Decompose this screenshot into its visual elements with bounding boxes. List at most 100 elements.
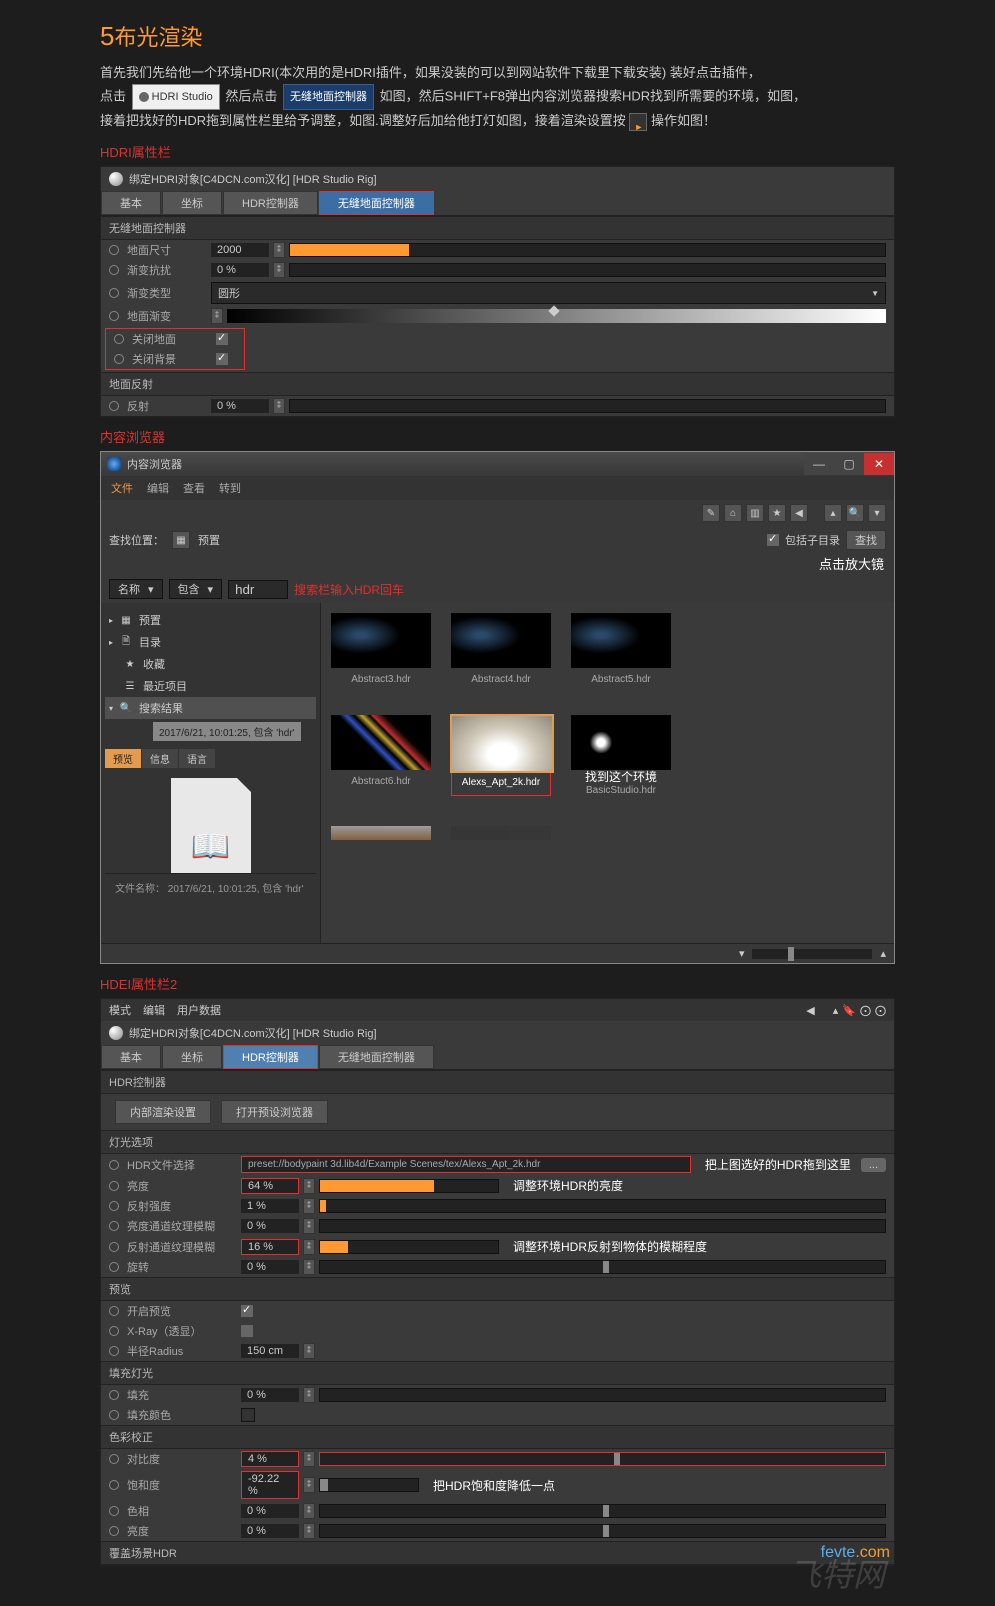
tab3-coord[interactable]: 坐标: [162, 1045, 222, 1069]
tab3-basic[interactable]: 基本: [101, 1045, 161, 1069]
close-button[interactable]: ✕: [864, 453, 894, 475]
preset-icon[interactable]: ▦: [172, 531, 190, 549]
group-override-hdr: 覆盖场景HDR: [101, 1541, 894, 1565]
thumb-abstract6[interactable]: Abstract6.hdr: [331, 715, 431, 796]
maximize-button[interactable]: ▢: [834, 453, 864, 475]
menu-icon[interactable]: ▾: [868, 504, 886, 522]
tree-tab-preview[interactable]: 预览: [105, 749, 141, 768]
menu-edit[interactable]: 编辑: [147, 480, 169, 496]
chk-xray[interactable]: [241, 1325, 253, 1337]
val-grad-noise[interactable]: 0 %: [211, 263, 269, 277]
back-icon[interactable]: ◀: [790, 504, 808, 522]
btn-open-preset-browser[interactable]: 打开预设浏览器: [221, 1100, 328, 1124]
tab-basic[interactable]: 基本: [101, 191, 161, 215]
fill-color-swatch[interactable]: [241, 1408, 255, 1422]
val-contrast[interactable]: 4 %: [241, 1451, 299, 1467]
spinner[interactable]: ‡: [273, 242, 285, 258]
tree-tab-lang[interactable]: 语言: [179, 749, 215, 768]
ann-refl-blur: 调整环境HDR反射到物体的模糊程度: [513, 1238, 707, 1255]
lbl-brightness: 亮度: [127, 1178, 237, 1194]
menu-mode[interactable]: 模式: [109, 1002, 131, 1018]
nav-up-icon[interactable]: ▴: [824, 504, 842, 522]
tree-tab-info[interactable]: 信息: [142, 749, 178, 768]
tree-panel: ▸▦预置 ▸🗎目录 ★收藏 ☰最近项目 ▾🔍搜索结果 2017/6/21, 10…: [101, 603, 321, 943]
val-reflection[interactable]: 0 %: [211, 399, 269, 413]
val-saturation[interactable]: -92.22 %: [241, 1471, 299, 1499]
btn-render-settings[interactable]: 内部渲染设置: [115, 1100, 211, 1124]
tab-hdr-ctrl[interactable]: HDR控制器: [223, 191, 318, 215]
menu-view[interactable]: 查看: [183, 480, 205, 496]
zoom-in-icon[interactable]: ▴: [880, 947, 886, 960]
search-icon[interactable]: 🔍: [846, 504, 864, 522]
browse-button[interactable]: ...: [861, 1158, 886, 1172]
gradient-editor[interactable]: [227, 309, 886, 323]
thumb-basic-studio[interactable]: 找到这个环境BasicStudio.hdr: [571, 715, 671, 796]
chk-close-bg[interactable]: [216, 353, 228, 365]
thumb-abstract3[interactable]: Abstract3.hdr: [331, 613, 431, 685]
val-ground-size[interactable]: 2000: [211, 243, 269, 257]
tree-result-item[interactable]: 2017/6/21, 10:01:25, 包含 'hdr': [153, 722, 301, 741]
chk-close-ground[interactable]: [216, 333, 228, 345]
tag-icon[interactable]: 🔖: [842, 1004, 856, 1017]
val-rotation[interactable]: 0 %: [241, 1260, 299, 1274]
menu-goto[interactable]: 转到: [219, 480, 241, 496]
val-bright-blur[interactable]: 0 %: [241, 1219, 299, 1233]
menu-userdata[interactable]: 用户数据: [177, 1002, 221, 1018]
step-number: 5: [100, 21, 114, 51]
val-brightness2[interactable]: 0 %: [241, 1524, 299, 1538]
gear-icon[interactable]: ⨀: [875, 1004, 886, 1017]
hdri-studio-button[interactable]: HDRI Studio: [132, 84, 220, 110]
thumb-abstract5[interactable]: Abstract5.hdr: [571, 613, 671, 685]
lbl-ground-grad: 地面渐变: [127, 308, 207, 324]
thumb-abstract4[interactable]: Abstract4.hdr: [451, 613, 551, 685]
filter-field[interactable]: 名称▾: [109, 579, 163, 599]
nav-up2-icon[interactable]: ▴: [833, 1004, 839, 1017]
val-refl-strength[interactable]: 1 %: [241, 1199, 299, 1213]
hint-magnify: 点击放大镜: [819, 557, 884, 572]
filter-op[interactable]: 包含▾: [169, 579, 223, 599]
tab3-hdr-ctrl[interactable]: HDR控制器: [223, 1045, 318, 1069]
tab-coord[interactable]: 坐标: [162, 191, 222, 215]
val-radius[interactable]: 150 cm: [241, 1344, 299, 1358]
tree-preset[interactable]: ▸▦预置: [105, 609, 316, 631]
search-input[interactable]: [228, 580, 288, 599]
tree-search-results[interactable]: ▾🔍搜索结果: [105, 697, 316, 719]
group-light-options: 灯光选项: [101, 1130, 894, 1154]
book-icon[interactable]: ▥: [746, 504, 764, 522]
lbl-fill-color: 填充颜色: [127, 1407, 237, 1423]
val-hue[interactable]: 0 %: [241, 1504, 299, 1518]
menu-edit2[interactable]: 编辑: [143, 1002, 165, 1018]
minimize-button[interactable]: —: [804, 453, 834, 475]
chk-include-sub[interactable]: [767, 534, 779, 546]
tab3-ground-ctrl[interactable]: 无缝地面控制器: [319, 1045, 434, 1069]
tree-recent[interactable]: ☰最近项目: [105, 675, 316, 697]
lock-icon[interactable]: ⨀: [860, 1004, 871, 1017]
hdr-path-field[interactable]: preset://bodypaint 3d.lib4d/Example Scen…: [241, 1156, 691, 1173]
nav-back-icon[interactable]: ◀: [806, 1004, 814, 1017]
ground-controller-button[interactable]: 无缝地面控制器: [283, 84, 374, 110]
val-refl-blur[interactable]: 16 %: [241, 1239, 299, 1255]
zoom-out-icon[interactable]: ▾: [739, 947, 745, 960]
tree-catalog[interactable]: ▸🗎目录: [105, 631, 316, 653]
thumb-alexs-apt[interactable]: Alexs_Apt_2k.hdr: [451, 715, 551, 796]
lbl-grad-type: 渐变类型: [127, 285, 207, 301]
group-ground-reflect: 地面反射: [101, 372, 894, 396]
menu-file[interactable]: 文件: [111, 480, 133, 496]
home-icon[interactable]: ⌂: [724, 504, 742, 522]
val-brightness[interactable]: 64 %: [241, 1178, 299, 1194]
chk-enable-preview[interactable]: [241, 1305, 253, 1317]
lbl-close-ground: 关闭地面: [132, 331, 212, 347]
tab-ground-ctrl[interactable]: 无缝地面控制器: [319, 191, 434, 215]
app-icon: [107, 457, 121, 471]
zoom-slider[interactable]: [752, 949, 872, 959]
render-settings-icon[interactable]: [629, 113, 647, 131]
combo-grad-type[interactable]: 圆形▼: [211, 282, 886, 304]
search-button[interactable]: 查找: [846, 530, 886, 550]
slider-ground-size[interactable]: [289, 243, 886, 257]
bookmark-icon[interactable]: ★: [768, 504, 786, 522]
status-bar: 文件名称： 2017/6/21, 10:01:25, 包含 'hdr': [105, 873, 316, 901]
section-hdei-props2: HDEI属性栏2: [100, 974, 895, 993]
edit-icon[interactable]: ✎: [702, 504, 720, 522]
val-fill[interactable]: 0 %: [241, 1388, 299, 1402]
tree-favorites[interactable]: ★收藏: [105, 653, 316, 675]
